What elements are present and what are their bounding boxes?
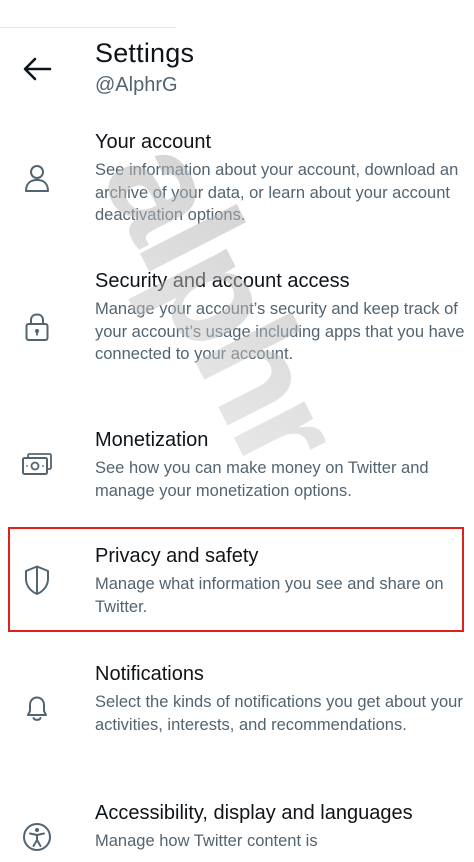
lock-icon [20,310,54,344]
back-button[interactable] [20,54,54,84]
menu-item-monetization[interactable]: Monetization See how you can make money … [0,429,474,509]
person-icon [20,161,54,195]
accessibility-icon [20,820,54,854]
bell-icon [20,691,54,725]
menu-item-notifications[interactable]: Notifications Select the kinds of notifi… [0,663,474,763]
page-title: Settings [95,38,195,68]
menu-item-description: Manage your account’s security and keep … [95,300,465,363]
menu-item-accessibility[interactable]: Accessibility, display and languages Man… [0,802,474,862]
menu-item-description: Manage how Twitter content is [95,832,318,850]
menu-item-description: See how you can make money on Twitter an… [95,459,429,500]
shield-icon [20,563,54,597]
menu-item-description: See information about your account, down… [95,161,459,224]
settings-header: Settings @AlphrG [0,0,474,118]
account-handle: @AlphrG [95,74,178,96]
menu-item-description: Select the kinds of notifications you ge… [95,693,463,734]
menu-item-your-account[interactable]: Your account See information about your … [0,131,474,231]
menu-item-label: Privacy and safety [95,545,259,567]
menu-item-label: Accessibility, display and languages [95,802,413,824]
menu-item-description: Manage what information you see and shar… [95,575,444,616]
menu-item-privacy[interactable]: Privacy and safety Manage what informati… [0,545,474,625]
menu-item-label: Monetization [95,429,209,451]
menu-item-label: Your account [95,131,212,153]
menu-item-label: Notifications [95,663,204,685]
menu-item-security[interactable]: Security and account access Manage your … [0,270,474,390]
menu-item-label: Security and account access [95,270,350,292]
arrow-left-icon [23,57,52,81]
money-icon [20,447,54,481]
